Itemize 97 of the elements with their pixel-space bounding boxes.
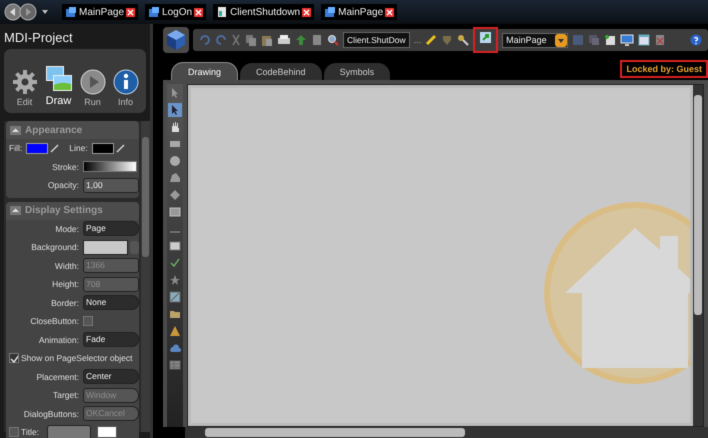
page-icon [148, 6, 160, 18]
picture-tool-icon[interactable] [168, 290, 182, 304]
field-label: Opacity: [46, 180, 80, 190]
search-icon[interactable] [327, 34, 339, 46]
field-label: Stroke: [51, 162, 80, 172]
script-icon [216, 6, 228, 18]
field-label: Placement: [35, 372, 80, 382]
new-page-icon[interactable] [604, 34, 616, 46]
scrollbar[interactable] [185, 427, 708, 438]
dropdown[interactable]: Fade [83, 332, 139, 348]
editor-tab[interactable]: Symbols [324, 63, 390, 80]
scrollbar[interactable] [693, 85, 703, 426]
export-button[interactable] [473, 27, 498, 53]
export-icon [479, 31, 492, 44]
close-icon[interactable] [194, 8, 204, 16]
ribbon-button[interactable]: Edit [12, 69, 38, 107]
checkbox[interactable] [9, 427, 19, 438]
star-tool-icon[interactable] [168, 273, 182, 287]
pen-icon[interactable] [50, 144, 60, 153]
ribbon-button[interactable]: Info [112, 69, 138, 107]
cut-icon[interactable] [231, 34, 241, 46]
grid-tool-icon[interactable] [168, 358, 182, 372]
fill-swatch[interactable] [26, 142, 48, 154]
paste-icon[interactable] [261, 34, 273, 46]
opacity-field[interactable]: 1,00 [83, 178, 139, 193]
polygon-tool-icon[interactable] [168, 171, 182, 185]
section-title: Appearance [25, 124, 82, 136]
field-label: Width: [54, 260, 80, 271]
button-tool-icon[interactable] [168, 205, 182, 219]
section-title: Display Settings [25, 205, 103, 216]
dropdown[interactable]: None [83, 295, 139, 310]
checkbox[interactable] [9, 353, 19, 364]
field-label: CloseButton: [29, 316, 80, 326]
page-icon [324, 6, 336, 18]
gear-icon [12, 69, 38, 95]
field-label: Border: [50, 298, 80, 308]
check-tool-icon[interactable] [168, 256, 182, 270]
back-forward-icon[interactable] [4, 3, 38, 21]
close-icon[interactable] [302, 8, 312, 16]
lock-status: Locked by: Guest [620, 60, 708, 78]
cube-logo-icon[interactable] [163, 27, 189, 53]
key-icon[interactable] [457, 34, 470, 46]
field-label: Animation: [38, 334, 80, 345]
editor-tab[interactable]: CodeBehind [240, 63, 322, 80]
scrollbar[interactable] [141, 121, 150, 432]
document-field[interactable]: Client.ShutDow [343, 32, 410, 48]
monitor-icon[interactable] [620, 34, 634, 46]
page-dropdown[interactable]: MainPage [502, 32, 568, 48]
checkbox-label: Show on PageSelector object [21, 353, 133, 364]
help-icon[interactable] [690, 34, 702, 46]
editor-tab[interactable]: Drawing [171, 62, 238, 80]
dropdown[interactable]: Center [83, 369, 139, 384]
node-tool-icon[interactable] [168, 188, 182, 202]
pointer-tool-icon[interactable] [168, 103, 182, 117]
document-tab[interactable]: MainPage [321, 4, 398, 20]
document-tab[interactable]: ClientShutdown [213, 4, 314, 20]
document-tab[interactable]: MainPage [62, 4, 138, 20]
project-title: MDI-Project [3, 29, 74, 47]
document-tab[interactable]: LogOn [145, 4, 206, 20]
background-swatch[interactable] [83, 240, 128, 255]
stroke-gradient-field[interactable] [83, 161, 137, 172]
field-label: Title: [21, 427, 40, 438]
field-label: Background: [30, 242, 80, 252]
copy-icon[interactable] [245, 34, 257, 46]
window-icon[interactable] [638, 34, 650, 46]
up-arrow-icon[interactable] [295, 34, 307, 46]
warning-tool-icon[interactable] [168, 324, 182, 338]
close-icon[interactable] [126, 8, 136, 16]
caret-icon[interactable] [42, 10, 48, 14]
field-label: Line: [69, 143, 89, 154]
close-icon[interactable] [385, 8, 394, 16]
wand-icon[interactable] [425, 34, 438, 46]
title-field[interactable] [47, 424, 92, 438]
printer-icon[interactable] [277, 34, 291, 46]
field-label: Target: [52, 390, 80, 400]
field-label: Height: [51, 279, 80, 290]
pictures-icon [44, 65, 72, 93]
more-button[interactable]: ... [414, 35, 422, 45]
title-color-swatch[interactable] [97, 426, 118, 438]
page-icon [65, 6, 77, 18]
info-icon [112, 69, 138, 95]
checkbox[interactable] [83, 316, 93, 326]
ribbon-button[interactable]: Run [80, 69, 106, 107]
field-label: Mode: [54, 224, 80, 234]
textbox-tool-icon[interactable] [168, 239, 182, 253]
pen-icon[interactable] [116, 144, 125, 153]
document-icon[interactable] [311, 34, 323, 46]
ellipse-tool-icon[interactable] [168, 154, 182, 168]
play-icon [80, 69, 106, 95]
line-swatch[interactable] [92, 142, 114, 154]
collapse-icon[interactable] [10, 126, 21, 134]
caret-icon[interactable] [554, 34, 567, 46]
collapse-icon[interactable] [10, 206, 21, 215]
field-label: DialogButtons: [22, 408, 80, 419]
field-label: Fill: [9, 143, 24, 154]
ribbon-button[interactable]: Draw [44, 65, 72, 107]
dropdown[interactable]: Page [83, 221, 139, 236]
